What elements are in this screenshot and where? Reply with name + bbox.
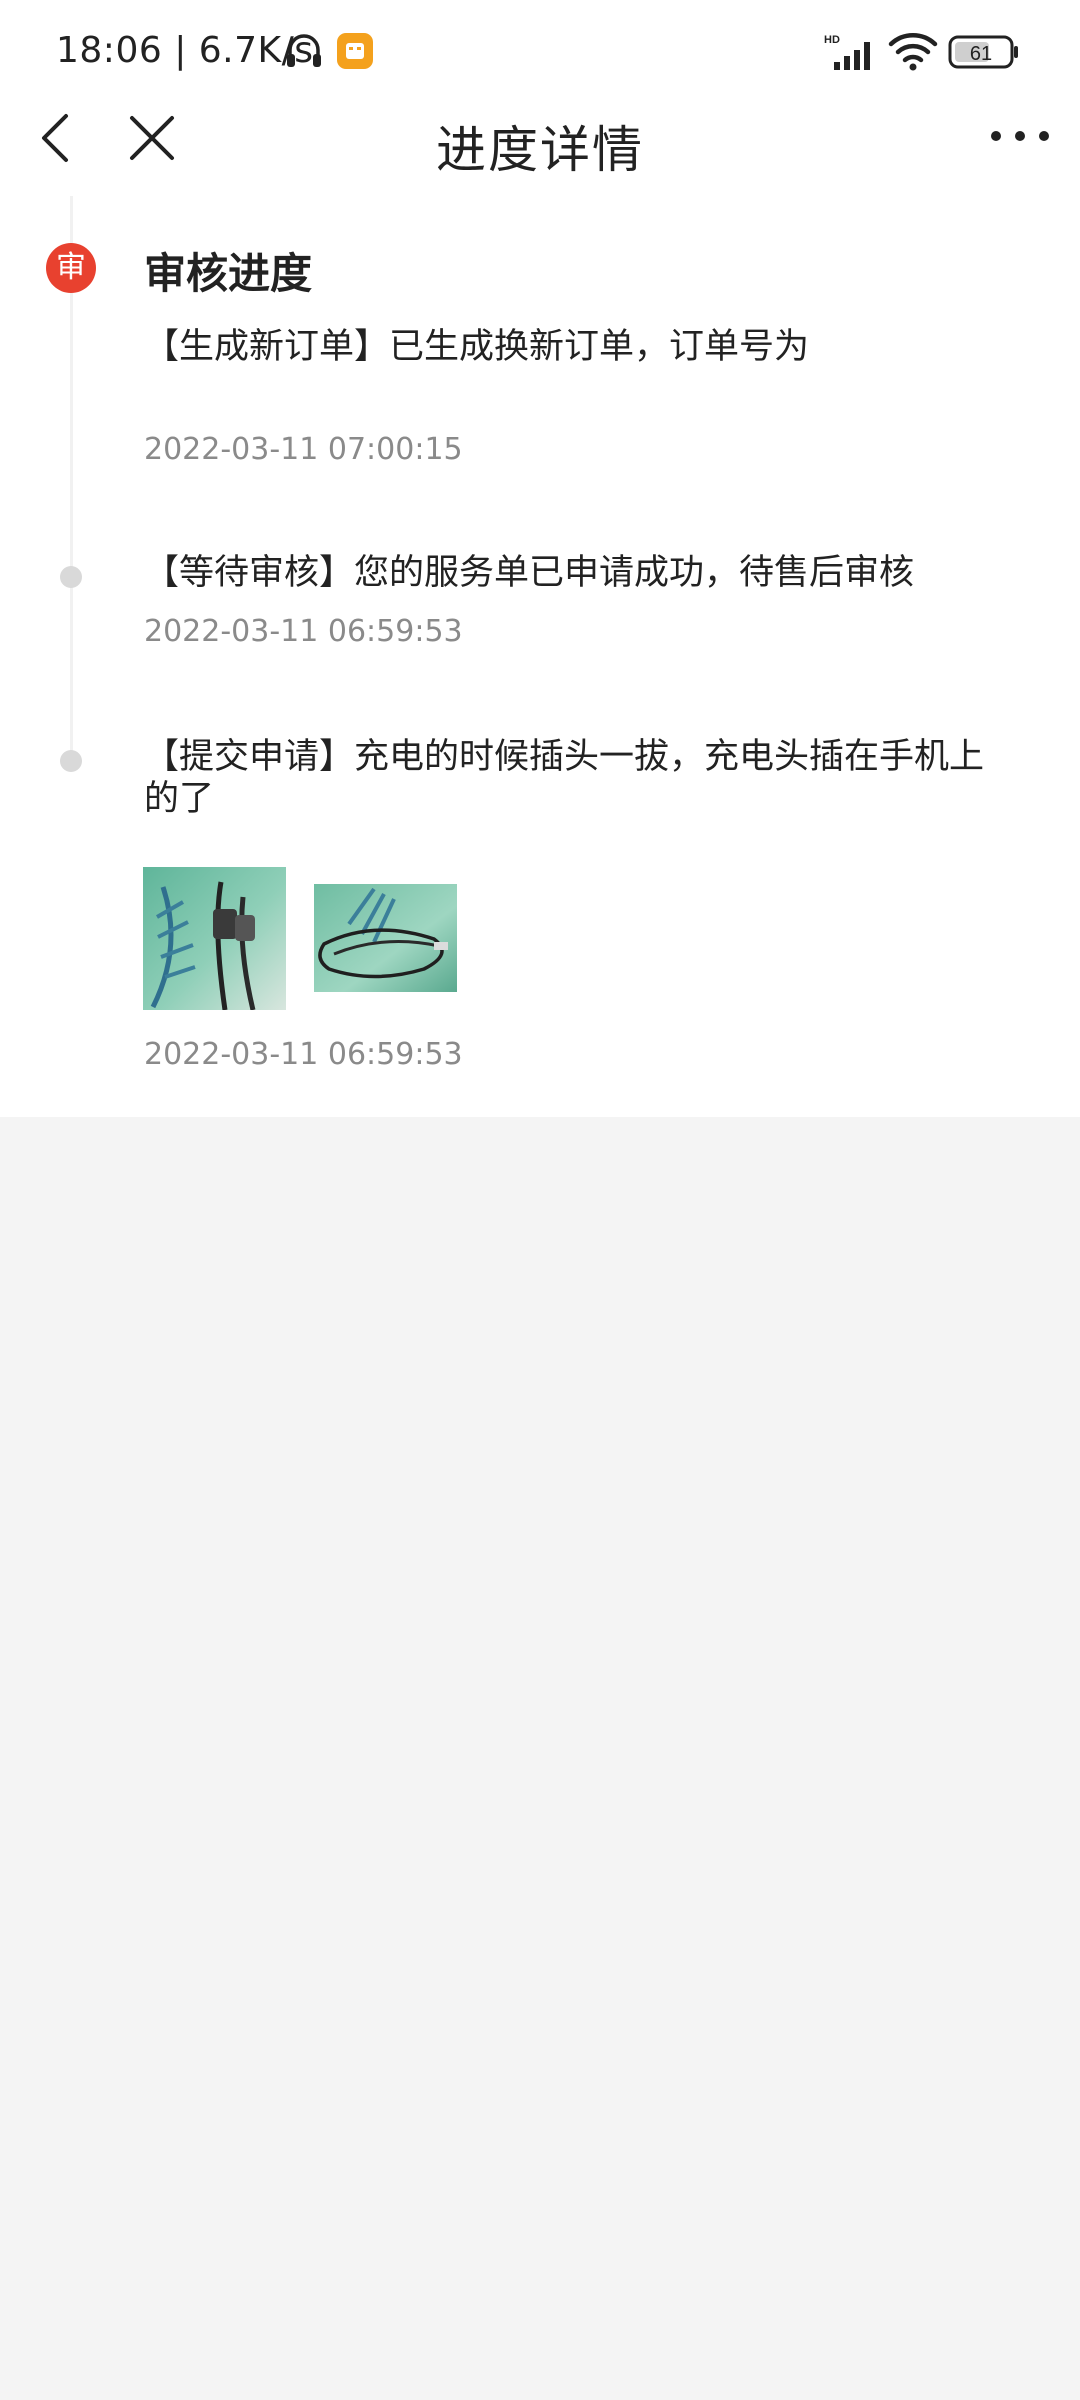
network-type-label: HD [824,34,840,46]
timeline-entry-text: 【生成新订单】已生成换新订单，订单号为 [144,327,810,367]
timeline-dot [60,566,82,588]
timeline-entry-time: 2022-03-11 06:59:53 [144,1037,463,1072]
progress-detail-page: 18:06 | 6.7K/s HD 61 进度详情 审 审核进度 【生成新订单】… [0,0,1080,2400]
more-dots-icon [991,131,1049,141]
wifi-icon [888,30,938,76]
cellular-signal-icon: HD [824,32,880,76]
timeline-dot [60,750,82,772]
page-title: 进度详情 [436,121,644,179]
attachment-image[interactable] [143,867,286,1010]
timeline-entry-text: 【提交申请】充电的时候插头一拔，充电头插在手机上的了 [144,737,985,819]
app-notification-icon [336,32,374,74]
timeline-entry-time: 2022-03-11 06:59:53 [144,614,463,649]
battery-icon: 61 [948,34,1020,74]
more-button[interactable] [988,120,1052,152]
attachment-image[interactable] [314,884,457,992]
status-bar: 18:06 | 6.7K/s HD 61 [0,0,1080,100]
battery-level: 61 [970,43,992,65]
status-time: 18:06 | 6.7K/s [56,30,314,71]
timeline-entry-time: 2022-03-11 07:00:15 [144,432,463,467]
audit-badge: 审 [46,243,96,293]
timeline-entry-text: 【等待审核】您的服务单已申请成功，待售后审核 [144,553,915,593]
content-panel: 18:06 | 6.7K/s HD 61 进度详情 审 审核进度 【生成新订单】… [0,0,1080,1117]
section-title: 审核进度 [144,249,313,298]
headphones-icon [284,30,324,74]
